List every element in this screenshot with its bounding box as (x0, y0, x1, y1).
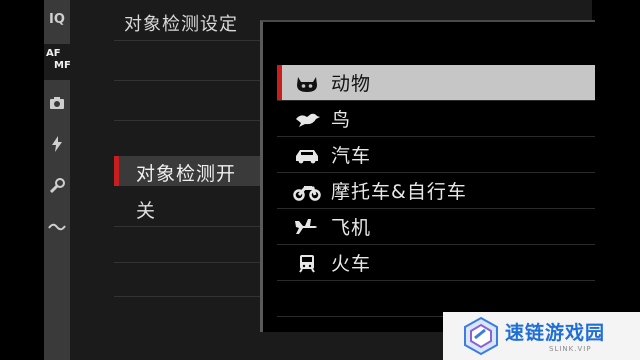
tab-mf-label: MF (54, 60, 71, 71)
option-bird[interactable]: 鸟 (277, 101, 595, 137)
menu-tab-rail: IQ AF MF (44, 0, 71, 360)
option-motorcycle-bicycle[interactable]: 摩托车&自行车 (277, 173, 595, 209)
option-airplane[interactable]: 飞机 (277, 209, 595, 245)
tab-af-label: AF (46, 48, 61, 59)
watermark-text: 速链游戏园 (505, 322, 606, 344)
bird-icon (296, 113, 320, 127)
watermark-logo-icon (464, 316, 498, 356)
wrench-icon[interactable] (49, 178, 65, 194)
tab-image-quality[interactable]: IQ (44, 12, 70, 27)
option-label: 火车 (331, 253, 372, 275)
car-icon (296, 150, 318, 164)
option-label: 动物 (331, 73, 372, 95)
page-title: 对象检测设定 (124, 14, 238, 35)
left-letterbox (0, 0, 44, 360)
setting-current-value: 关 (136, 200, 156, 222)
subject-type-dropdown: 动物 鸟 汽车 摩托车&自行车 飞机 火车 (260, 20, 595, 332)
cat-icon (297, 77, 317, 92)
motorcycle-icon (293, 186, 321, 201)
selection-marker (277, 65, 282, 100)
flash-icon[interactable] (52, 136, 62, 152)
option-car[interactable]: 汽车 (277, 137, 595, 173)
camera-menu-screen: IQ AF MF 对象检测设定 对象检测开 关 动物 鸟 汽车 摩托车&自行车 … (44, 0, 595, 360)
selection-marker (114, 156, 119, 186)
option-label: 摩托车&自行车 (331, 181, 467, 203)
train-icon (299, 255, 315, 273)
option-label: 鸟 (331, 109, 352, 131)
setting-label: 对象检测开 (136, 163, 237, 185)
watermark-subtext: SLINK.VIP (549, 345, 592, 353)
camera-icon[interactable] (49, 96, 65, 110)
option-label: 飞机 (331, 217, 372, 239)
wireless-icon[interactable] (48, 222, 66, 232)
watermark: 速链游戏园 SLINK.VIP (443, 312, 640, 360)
option-train[interactable]: 火车 (277, 245, 595, 281)
option-label: 汽车 (331, 145, 372, 167)
option-animal[interactable]: 动物 (277, 65, 595, 101)
airplane-icon (295, 219, 317, 234)
tab-iq-label: IQ (49, 12, 65, 27)
tab-af-mf[interactable]: AF MF (44, 44, 71, 80)
right-letterbox (592, 0, 640, 360)
